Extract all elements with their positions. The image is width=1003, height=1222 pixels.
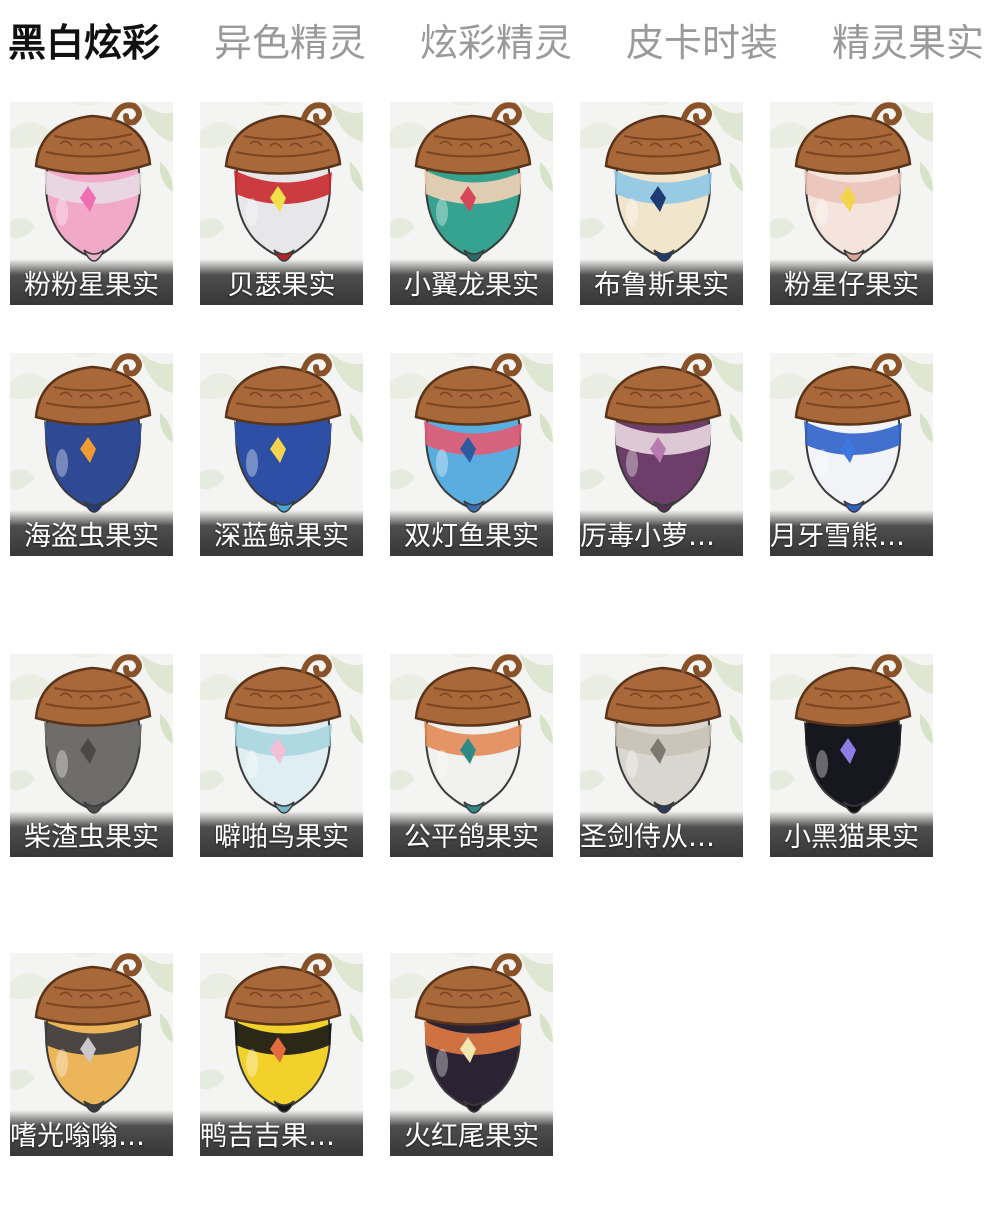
category-tabs: 黑白炫彩 异色精灵 炫彩精灵 皮卡时装 精灵果实	[0, 0, 1003, 90]
fruit-name: 厉毒小萝…	[580, 510, 743, 556]
fruit-card[interactable]: 粉粉星果实	[10, 102, 173, 305]
fruit-name: 布鲁斯果实	[580, 259, 743, 305]
tab-shiny-spirits[interactable]: 异色精灵	[214, 18, 366, 68]
fruit-card[interactable]: 深蓝鲸果实	[200, 353, 363, 556]
tab-colorful-spirits[interactable]: 炫彩精灵	[420, 18, 572, 68]
fruit-name: 小翼龙果实	[390, 259, 553, 305]
fruit-name: 深蓝鲸果实	[200, 510, 363, 556]
fruit-card[interactable]: 小黑猫果实	[770, 654, 933, 857]
fruit-name: 火红尾果实	[390, 1110, 553, 1156]
fruit-name: 公平鸽果实	[390, 811, 553, 857]
fruit-card[interactable]: 嗜光嗡嗡…	[10, 953, 173, 1156]
fruit-card[interactable]: 厉毒小萝…	[580, 353, 743, 556]
fruit-name: 柴渣虫果实	[10, 811, 173, 857]
fruit-card[interactable]: 月牙雪熊…	[770, 353, 933, 556]
fruit-grid: 粉粉星果实 贝瑟果实 小翼龙果实 布鲁斯果实 粉星仔果实海盗虫果实 深蓝鲸果实 双灯鱼果实厉…	[10, 102, 1000, 1212]
fruit-name: 双灯鱼果实	[390, 510, 553, 556]
fruit-card[interactable]: 公平鸽果实	[390, 654, 553, 857]
fruit-card[interactable]: 鸭吉吉果…	[200, 953, 363, 1156]
fruit-name: 噼啪鸟果实	[200, 811, 363, 857]
fruit-card[interactable]: 布鲁斯果实	[580, 102, 743, 305]
tab-spirit-fruits[interactable]: 精灵果实	[832, 18, 984, 68]
fruit-card[interactable]: 柴渣虫果实	[10, 654, 173, 857]
tab-black-white-colors[interactable]: 黑白炫彩	[8, 18, 160, 68]
fruit-card[interactable]: 粉星仔果实	[770, 102, 933, 305]
fruit-name: 小黑猫果实	[770, 811, 933, 857]
fruit-name: 粉星仔果实	[770, 259, 933, 305]
fruit-card[interactable]: 噼啪鸟果实	[200, 654, 363, 857]
fruit-card[interactable]: 海盗虫果实	[10, 353, 173, 556]
fruit-card[interactable]: 小翼龙果实	[390, 102, 553, 305]
fruit-name: 粉粉星果实	[10, 259, 173, 305]
fruit-card[interactable]: 火红尾果实	[390, 953, 553, 1156]
tab-pika-fashion[interactable]: 皮卡时装	[626, 18, 778, 68]
fruit-name: 嗜光嗡嗡…	[10, 1110, 173, 1156]
fruit-name: 月牙雪熊…	[770, 510, 933, 556]
fruit-card[interactable]: 贝瑟果实	[200, 102, 363, 305]
fruit-card[interactable]: 双灯鱼果实	[390, 353, 553, 556]
fruit-name: 海盗虫果实	[10, 510, 173, 556]
fruit-name: 贝瑟果实	[200, 259, 363, 305]
fruit-card[interactable]: 圣剑侍从…	[580, 654, 743, 857]
fruit-name: 圣剑侍从…	[580, 811, 743, 857]
fruit-name: 鸭吉吉果…	[200, 1110, 363, 1156]
